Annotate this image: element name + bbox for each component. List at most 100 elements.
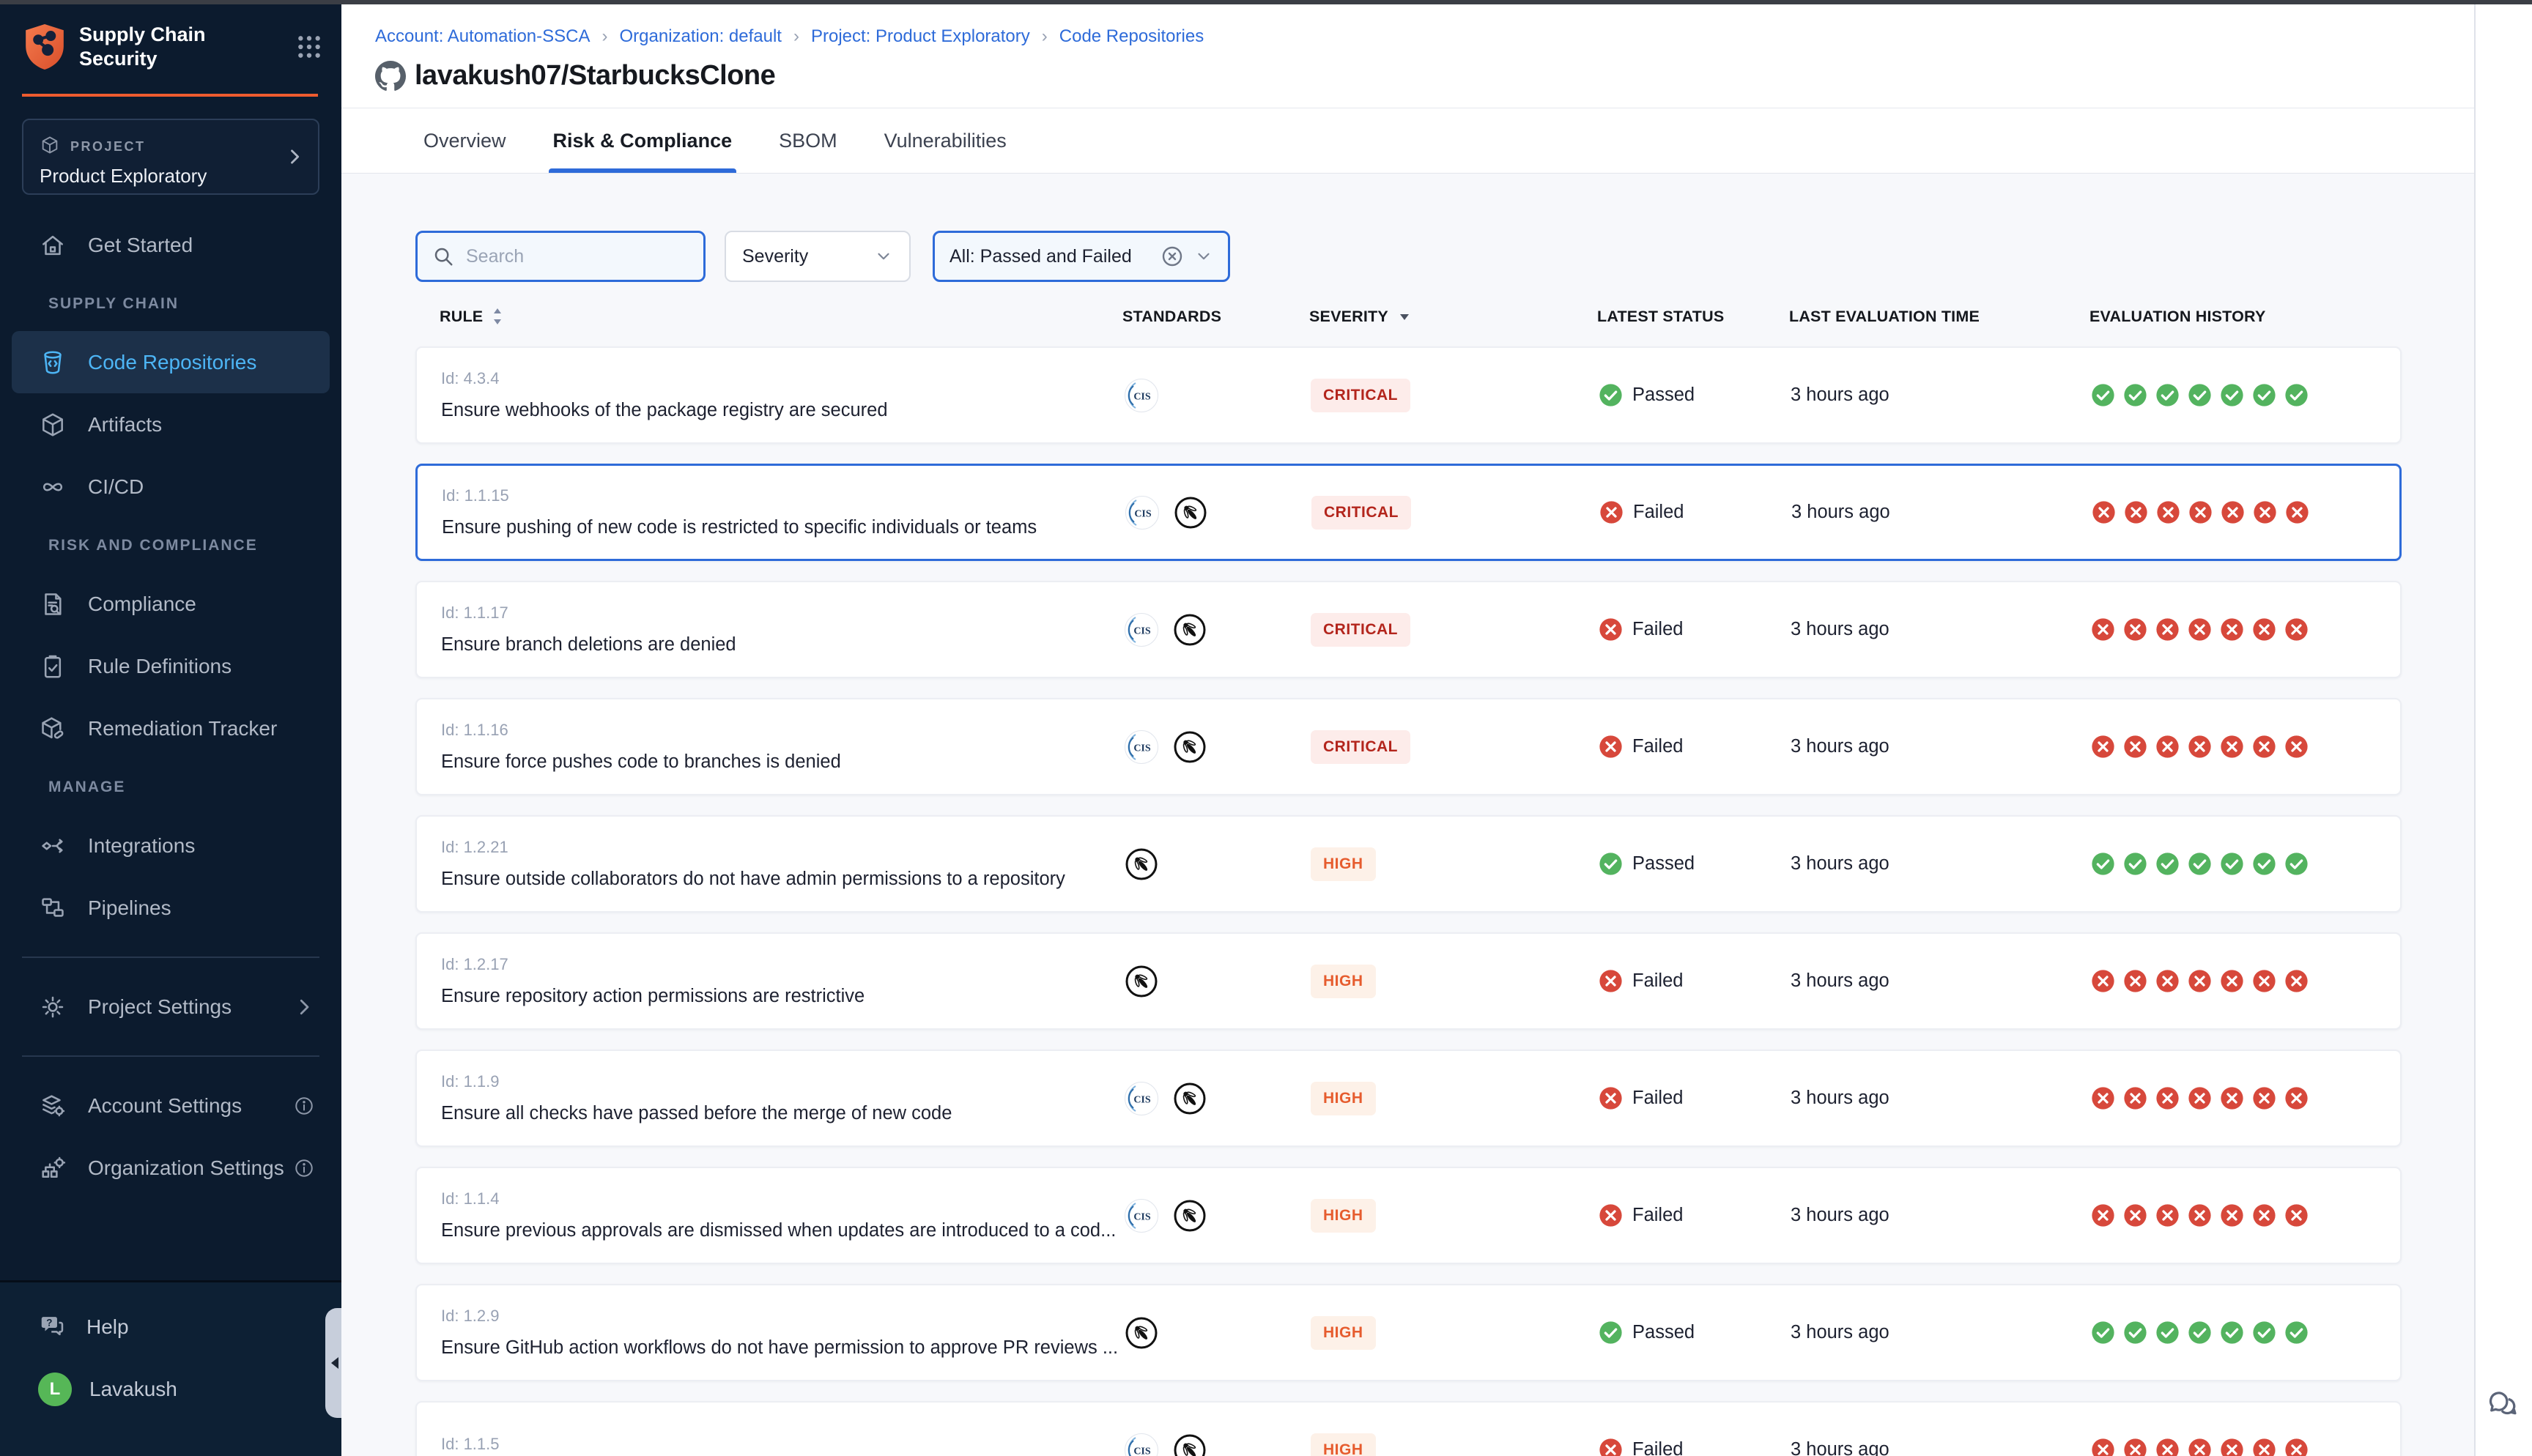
- rule-cell: Id: 1.1.15Ensure pushing of new code is …: [418, 486, 1110, 538]
- history-fail-icon: [2284, 617, 2309, 642]
- evaluation-time-cell: 3 hours ago: [1769, 853, 2069, 874]
- table-row[interactable]: Id: 1.2.17Ensure repository action permi…: [415, 932, 2402, 1030]
- sidebar-item-label: Code Repositories: [88, 351, 256, 374]
- history-fail-icon: [2284, 969, 2309, 993]
- sidebar-item-label: Organization Settings: [88, 1156, 284, 1180]
- clipboard-check-icon: [37, 650, 69, 683]
- tab-overview[interactable]: Overview: [423, 108, 506, 173]
- sidebar-divider: [22, 1055, 319, 1057]
- column-header-severity[interactable]: SEVERITY: [1285, 308, 1578, 326]
- evaluation-time-cell: 3 hours ago: [1769, 736, 2069, 757]
- page-title: lavakush07/StarbucksClone: [415, 60, 775, 92]
- chat-icon[interactable]: [2487, 1387, 2520, 1421]
- severity-cell: CRITICAL: [1287, 730, 1580, 764]
- sidebar-item-organization-settings[interactable]: Organization Settings: [0, 1137, 341, 1199]
- column-header-rule[interactable]: RULE: [415, 307, 1108, 326]
- table-row[interactable]: Id: 1.1.16Ensure force pushes code to br…: [415, 698, 2402, 795]
- tab-sbom[interactable]: SBOM: [779, 108, 837, 173]
- nav-section-label: SUPPLY CHAIN: [0, 276, 341, 331]
- history-fail-icon: [2221, 500, 2245, 524]
- sidebar-item-label: Rule Definitions: [88, 655, 232, 678]
- table-row[interactable]: Id: 1.1.15Ensure pushing of new code is …: [415, 464, 2402, 561]
- clear-filter-icon[interactable]: [1160, 245, 1184, 268]
- sidebar-item-compliance[interactable]: Compliance: [0, 573, 341, 635]
- column-header-label: LATEST STATUS: [1597, 308, 1724, 326]
- sidebar-item-code-repositories[interactable]: Code Repositories: [12, 331, 330, 393]
- history-fail-icon: [2284, 735, 2309, 759]
- breadcrumb-link-project-product-exploratory[interactable]: Project: Product Exploratory: [811, 26, 1030, 47]
- history-pass-icon: [2155, 1321, 2180, 1345]
- standards-cell: CIS: [1109, 378, 1287, 413]
- doc-search-icon: [37, 588, 69, 620]
- history-pass-icon: [2155, 852, 2180, 876]
- table-row[interactable]: Id: 1.1.9Ensure all checks have passed b…: [415, 1050, 2402, 1147]
- tab-risk-compliance[interactable]: Risk & Compliance: [553, 108, 733, 173]
- help-button[interactable]: ? Help: [0, 1296, 341, 1358]
- table-row[interactable]: Id: 4.3.4Ensure webhooks of the package …: [415, 346, 2402, 444]
- history-pass-icon: [2220, 1321, 2244, 1345]
- sidebar-item-label: Pipelines: [88, 896, 171, 920]
- status-label: Passed: [1632, 1322, 1695, 1343]
- project-selector[interactable]: PROJECT Product Exploratory: [22, 119, 319, 195]
- sort-updown-icon[interactable]: [490, 307, 505, 326]
- column-header-evaluation-history: EVALUATION HISTORY: [2068, 308, 2402, 326]
- table-row[interactable]: Id: 1.2.9Ensure GitHub action workflows …: [415, 1284, 2402, 1381]
- history-pass-icon: [2123, 852, 2147, 876]
- evaluation-time-cell: 3 hours ago: [1769, 385, 2069, 406]
- table-row[interactable]: Id: 1.1.5CISHIGHFailed3 hours ago: [415, 1401, 2402, 1456]
- history-fail-icon: [2123, 1438, 2147, 1456]
- sidebar-item-integrations[interactable]: Integrations: [0, 814, 341, 877]
- column-header-label: SEVERITY: [1309, 308, 1388, 326]
- table-row[interactable]: Id: 1.1.17Ensure branch deletions are de…: [415, 581, 2402, 678]
- rule-id: Id: 1.1.17: [441, 603, 508, 623]
- sidebar-item-remediation-tracker[interactable]: Remediation Tracker: [0, 697, 341, 759]
- evaluation-history-cell: [2069, 852, 2403, 876]
- apps-grid-icon[interactable]: [295, 32, 324, 62]
- user-menu[interactable]: L Lavakush: [0, 1358, 341, 1420]
- rule-cell: Id: 1.1.9Ensure all checks have passed b…: [417, 1072, 1109, 1124]
- breadcrumb-link-code-repositories[interactable]: Code Repositories: [1059, 26, 1204, 47]
- history-fail-icon: [2155, 1438, 2180, 1456]
- sort-down-icon[interactable]: [1397, 309, 1412, 324]
- rules-table: Id: 4.3.4Ensure webhooks of the package …: [415, 346, 2474, 1456]
- rule-name: Ensure pushing of new code is restricted…: [442, 517, 1037, 538]
- tab-vulnerabilities[interactable]: Vulnerabilities: [884, 108, 1007, 173]
- content-area: Severity All: Passed and Failed RULESTAN…: [341, 174, 2474, 1456]
- shield-logo-icon: [22, 22, 67, 72]
- evaluation-time-cell: 3 hours ago: [1769, 1322, 2069, 1343]
- sidebar-item-pipelines[interactable]: Pipelines: [0, 877, 341, 939]
- sidebar-item-rule-definitions[interactable]: Rule Definitions: [0, 635, 341, 697]
- sidebar-item-ci-cd[interactable]: CI/CD: [0, 456, 341, 518]
- table-row[interactable]: Id: 1.1.4Ensure previous approvals are d…: [415, 1167, 2402, 1264]
- sidebar-item-get-started[interactable]: Get Started: [0, 214, 341, 276]
- history-fail-icon: [2155, 735, 2180, 759]
- sidebar-item-label: Remediation Tracker: [88, 717, 277, 740]
- scrollbar-gutter[interactable]: [2474, 4, 2532, 1456]
- severity-dropdown[interactable]: Severity: [725, 231, 911, 282]
- history-fail-icon: [2284, 1203, 2309, 1227]
- history-fail-icon: [2123, 735, 2147, 759]
- search-input-wrapper[interactable]: [415, 231, 706, 282]
- breadcrumb-link-organization-default[interactable]: Organization: default: [619, 26, 781, 47]
- sidebar-collapse-handle[interactable]: [325, 1308, 341, 1418]
- passed-status-icon: [1599, 383, 1623, 407]
- evaluation-history-cell: [2069, 969, 2403, 993]
- history-fail-icon: [2252, 617, 2276, 642]
- sidebar-item-project-settings[interactable]: Project Settings: [0, 976, 341, 1038]
- standards-cell: [1109, 847, 1287, 882]
- status-filter-dropdown[interactable]: All: Passed and Failed: [933, 231, 1230, 282]
- standards-cell: CIS: [1109, 1198, 1287, 1233]
- sidebar-item-artifacts[interactable]: Artifacts: [0, 393, 341, 456]
- cube-tag-icon: [37, 713, 69, 745]
- table-row[interactable]: Id: 1.2.21Ensure outside collaborators d…: [415, 815, 2402, 913]
- standards-cell: CIS: [1109, 1081, 1287, 1116]
- sidebar-nav: Get StartedSUPPLY CHAIN Code Repositories…: [0, 214, 341, 1199]
- evaluation-time-cell: 3 hours ago: [1769, 1205, 2069, 1226]
- sidebar-item-account-settings[interactable]: Account Settings: [0, 1074, 341, 1137]
- history-pass-icon: [2091, 852, 2115, 876]
- breadcrumb-link-account-automation-ssca[interactable]: Account: Automation-SSCA: [375, 26, 590, 47]
- owasp-standard-badge: [1172, 729, 1207, 765]
- history-pass-icon: [2188, 1321, 2212, 1345]
- search-input[interactable]: [466, 246, 689, 267]
- history-pass-icon: [2091, 383, 2115, 407]
